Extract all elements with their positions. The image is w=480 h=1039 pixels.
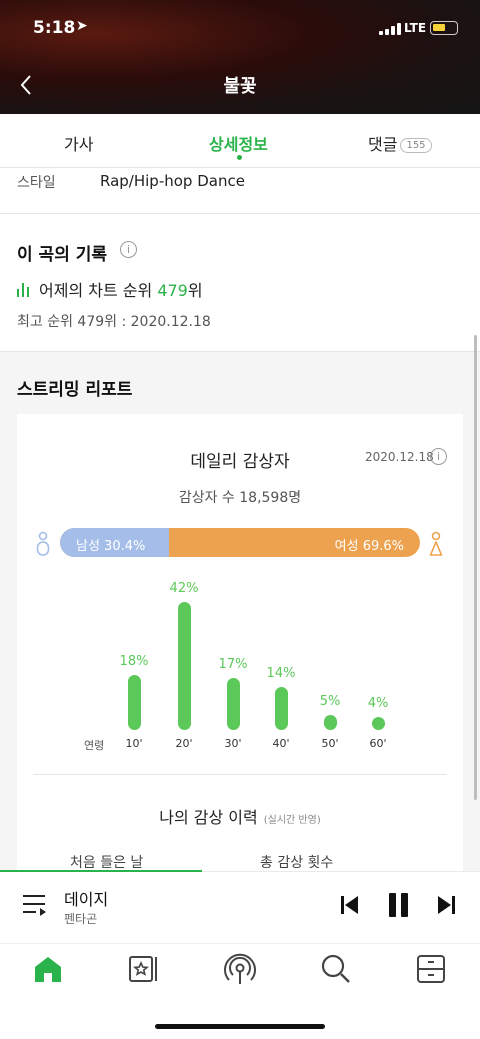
realtime-note: (실시간 반영) (263, 815, 321, 826)
location-arrow-icon: ➤ (76, 18, 88, 34)
male-icon (36, 531, 50, 556)
chart-rank-suffix: 위 (187, 281, 203, 300)
chart-rank-prefix: 어제의 차트 순위 (39, 281, 158, 300)
home-icon[interactable] (33, 955, 63, 987)
best-rank: 최고 순위 479위 : 2020.12.18 (17, 314, 211, 330)
age-label-20: 20' (175, 737, 193, 750)
male-label: 남성 30.4% (76, 539, 146, 554)
age-pct-20: 42% (169, 581, 199, 596)
chart-rank-line: 어제의 차트 순위 479위 (17, 277, 203, 301)
page-title: 불꽃 (223, 76, 257, 97)
listener-count: 감상자 수 18,598명 (178, 490, 302, 506)
chart-rank-value: 479 (157, 281, 188, 300)
age-bar-20 (177, 602, 191, 730)
tab-comments[interactable]: 댓글 155 (368, 131, 432, 155)
tab-lyrics[interactable]: 가사 (64, 131, 93, 155)
total-count-label: 총 감상 횟수 (260, 855, 334, 871)
song-title[interactable]: 데이지 (64, 886, 108, 910)
tab-details[interactable]: 상세정보 (209, 131, 268, 155)
network-label: LTE (404, 21, 427, 35)
style-value: Rap/Hip-hop Dance (100, 172, 245, 190)
storage-icon[interactable] (416, 954, 446, 988)
info-icon[interactable]: i (430, 448, 447, 465)
age-axis-label: 연령 (84, 739, 105, 752)
podcast-icon[interactable] (223, 953, 257, 989)
age-label-60: 60' (369, 737, 387, 750)
age-pct-30: 17% (218, 657, 248, 673)
status-time: 5:18 (33, 18, 76, 38)
info-icon[interactable]: i (120, 241, 137, 258)
report-date: 2020.12.18 (365, 450, 434, 464)
home-indicator (155, 1024, 325, 1029)
previous-icon[interactable] (340, 894, 360, 920)
record-title: 이 곡의 기록 (17, 245, 108, 265)
age-pct-60: 4% (367, 696, 389, 711)
artist-name[interactable]: 펜타곤 (64, 910, 97, 927)
female-icon (429, 531, 443, 556)
first-listen-label: 처음 들은 날 (70, 855, 144, 871)
age-label-40: 40' (272, 737, 290, 750)
age-bar-50 (323, 714, 337, 730)
scrollbar[interactable] (474, 335, 477, 800)
age-bar-30 (226, 678, 240, 730)
female-label: 여성 69.6% (334, 539, 404, 554)
age-pct-10: 18% (119, 654, 149, 670)
active-tab-indicator (237, 155, 242, 160)
age-label-50: 50' (321, 737, 339, 750)
signal-icon (379, 23, 401, 35)
age-label-30: 30' (224, 737, 242, 750)
divider (0, 213, 480, 214)
next-icon[interactable] (436, 894, 456, 920)
playback-progress[interactable] (0, 870, 202, 872)
status-bar: 5:18 ➤ LTE (0, 0, 480, 58)
style-key: 스타일 (17, 175, 56, 191)
streaming-title: 스트리밍 리포트 (17, 380, 133, 400)
library-icon[interactable] (128, 955, 160, 987)
age-bar-10 (127, 675, 141, 730)
age-bar-60 (371, 717, 385, 730)
age-pct-50: 5% (319, 693, 341, 709)
style-row: 스타일 Rap/Hip-hop Dance (0, 168, 480, 214)
playlist-icon[interactable] (22, 893, 48, 921)
pause-icon[interactable] (387, 892, 411, 922)
divider (33, 774, 447, 775)
tab-comments-label: 댓글 (368, 135, 398, 154)
gender-ratio-bar: 남성 30.4% 여성 69.6% (60, 528, 420, 557)
battery-icon (430, 21, 458, 35)
comment-count-badge: 155 (400, 138, 432, 153)
search-icon[interactable] (320, 953, 352, 989)
age-pct-40: 14% (266, 666, 296, 682)
chart-icon (17, 283, 33, 297)
age-bar-40 (274, 687, 288, 730)
my-history-title: 나의 감상 이력 (실시간 반영) (0, 804, 480, 828)
age-label-10: 10' (125, 737, 143, 750)
my-history-label: 나의 감상 이력 (159, 808, 258, 827)
